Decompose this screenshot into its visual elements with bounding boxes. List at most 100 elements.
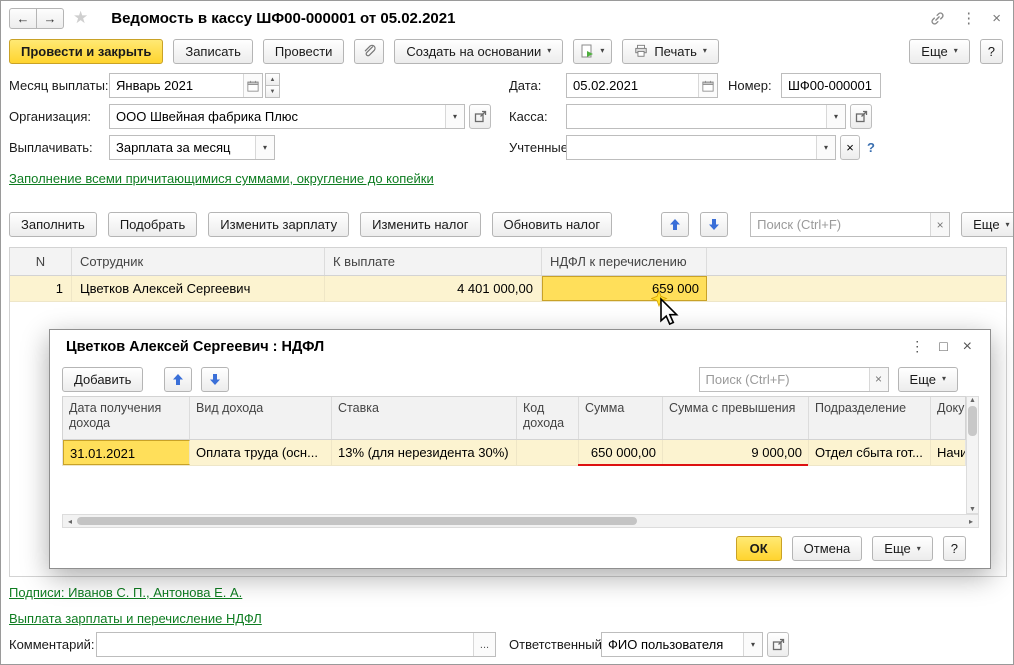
dialog-search-clear-button[interactable]: × [869,368,888,391]
add-button[interactable]: Добавить [62,367,143,392]
col-header-department[interactable]: Подразделение [809,397,931,439]
date-input[interactable] [567,74,698,97]
dialog-move-down-button[interactable] [201,367,229,392]
forward-button[interactable]: → [36,8,64,29]
accounted-clear-button[interactable]: × [840,135,860,160]
favorite-star-icon[interactable]: ★ [73,8,88,28]
sum-cell[interactable]: 650 000,00 [579,440,663,465]
accounted-combo-input[interactable] [567,136,816,159]
responsible-combo-input[interactable] [602,633,743,656]
dialog-move-up-button[interactable] [164,367,192,392]
table-row[interactable]: 1 Цветков Алексей Сергеевич 4 401 000,00… [10,276,1006,302]
col-header-excess-sum[interactable]: Сумма с превышения [663,397,809,439]
dropdown-icon[interactable]: ▾ [816,136,835,159]
move-down-button[interactable] [700,212,728,237]
income-date-cell[interactable]: 31.01.2021 [63,440,190,465]
responsible-open-button[interactable] [767,632,789,657]
dialog-help-button[interactable]: ? [943,536,966,561]
horizontal-scrollbar[interactable]: ◂ ▸ [62,514,979,528]
ndfl-table-row[interactable]: 31.01.2021 Оплата труда (осн... 13% (для… [62,440,966,466]
cancel-button[interactable]: Отмена [792,536,863,561]
ok-button[interactable]: ОК [736,536,782,561]
dropdown-icon[interactable]: ▾ [255,136,274,159]
grid-search-clear-button[interactable]: × [930,213,949,236]
income-type-cell[interactable]: Оплата труда (осн... [190,440,332,465]
grid-more-button[interactable]: Еще ▾ [961,212,1014,237]
dropdown-icon[interactable]: ▾ [826,105,845,128]
income-code-cell[interactable] [517,440,579,465]
row-number-cell[interactable]: 1 [10,276,72,301]
scroll-left-icon[interactable]: ◂ [63,517,77,526]
signatures-link[interactable]: Подписи: Иванов С. П., Антонова Е. А. [9,583,242,602]
comment-ellipsis-button[interactable]: ... [473,633,495,656]
dialog-menu-icon[interactable]: ⋮ [910,338,924,356]
pick-button[interactable]: Подобрать [108,212,197,237]
back-button[interactable]: ← [9,8,37,29]
payout-cell[interactable]: 4 401 000,00 [325,276,542,301]
vertical-scrollbar[interactable]: ▲ ▼ [966,396,979,514]
help-button[interactable]: ? [980,39,1003,64]
write-button[interactable]: Записать [173,39,253,64]
payment-ndfl-link[interactable]: Выплата зарплаты и перечисление НДФЛ [9,609,262,628]
employee-cell[interactable]: Цветков Алексей Сергеевич [72,276,325,301]
month-step-down-button[interactable]: ▼ [265,85,280,98]
fill-button[interactable]: Заполнить [9,212,97,237]
maximize-icon[interactable]: □ [939,338,947,356]
close-window-icon[interactable]: × [992,11,1001,26]
col-header-ndfl[interactable]: НДФЛ к перечислению [542,248,707,275]
post-and-close-button[interactable]: Провести и закрыть [9,39,163,64]
vertical-scrollbar-thumb[interactable] [968,406,977,436]
dialog-more-button[interactable]: Еще ▾ [898,367,958,392]
col-header-employee[interactable]: Сотрудник [72,248,325,275]
month-stepper: ▲ ▼ [265,73,280,98]
department-cell[interactable]: Отдел сбыта гот... [809,440,931,465]
row-filler-cell [707,276,1006,301]
scroll-right-icon[interactable]: ▸ [964,517,978,526]
post-button[interactable]: Провести [263,39,345,64]
month-input[interactable] [110,74,243,97]
refresh-tax-button[interactable]: Обновить налог [492,212,613,237]
number-input[interactable] [782,74,880,97]
horizontal-scrollbar-thumb[interactable] [77,517,637,525]
dropdown-icon[interactable]: ▾ [743,633,762,656]
dialog-search-input[interactable] [700,368,869,391]
organization-combo-input[interactable] [110,105,445,128]
dialog-close-icon[interactable]: × [963,338,972,356]
col-header-n[interactable]: N [10,248,72,275]
move-up-button[interactable] [661,212,689,237]
accounted-help-link[interactable]: ? [867,135,875,160]
col-header-rate[interactable]: Ставка [332,397,517,439]
grid-search-input[interactable] [751,213,930,236]
change-tax-button[interactable]: Изменить налог [360,212,480,237]
print-button[interactable]: Печать ▾ [622,39,719,64]
attachments-button[interactable] [354,39,384,64]
calendar-icon[interactable] [243,74,262,97]
col-header-income-code[interactable]: Код дохода [517,397,579,439]
get-link-icon[interactable] [930,11,945,26]
excess-sum-cell[interactable]: 9 000,00 [663,440,809,465]
pay-combo-input[interactable] [110,136,255,159]
change-salary-button[interactable]: Изменить зарплату [208,212,349,237]
dialog-footer-more-button[interactable]: Еще ▾ [872,536,932,561]
calendar-icon[interactable] [698,74,717,97]
comment-input[interactable] [97,633,473,656]
col-header-income-date[interactable]: Дата получения дохода [63,397,190,439]
fill-rounding-link[interactable]: Заполнение всеми причитающимися суммами,… [9,169,509,188]
col-header-sum[interactable]: Сумма [579,397,663,439]
cashdesk-combo-input[interactable] [567,105,826,128]
col-header-income-type[interactable]: Вид дохода [190,397,332,439]
rate-cell[interactable]: 13% (для нерезидента 30%) [332,440,517,465]
scroll-down-icon[interactable]: ▼ [969,506,976,513]
organization-open-button[interactable] [469,104,491,129]
col-header-document[interactable]: Докум... [931,397,965,439]
up-icon: ▲ [270,77,276,83]
based-on-report-button[interactable]: ▾ [573,39,612,64]
create-on-basis-button[interactable]: Создать на основании ▾ [394,39,563,64]
cashdesk-open-button[interactable] [850,104,872,129]
col-header-payout[interactable]: К выплате [325,248,542,275]
window-menu-icon[interactable]: ⋮ [961,11,976,26]
dropdown-icon[interactable]: ▾ [445,105,464,128]
document-cell[interactable]: Начис... [931,440,965,465]
scroll-up-icon[interactable]: ▲ [969,397,976,404]
more-button[interactable]: Еще ▾ [909,39,969,64]
